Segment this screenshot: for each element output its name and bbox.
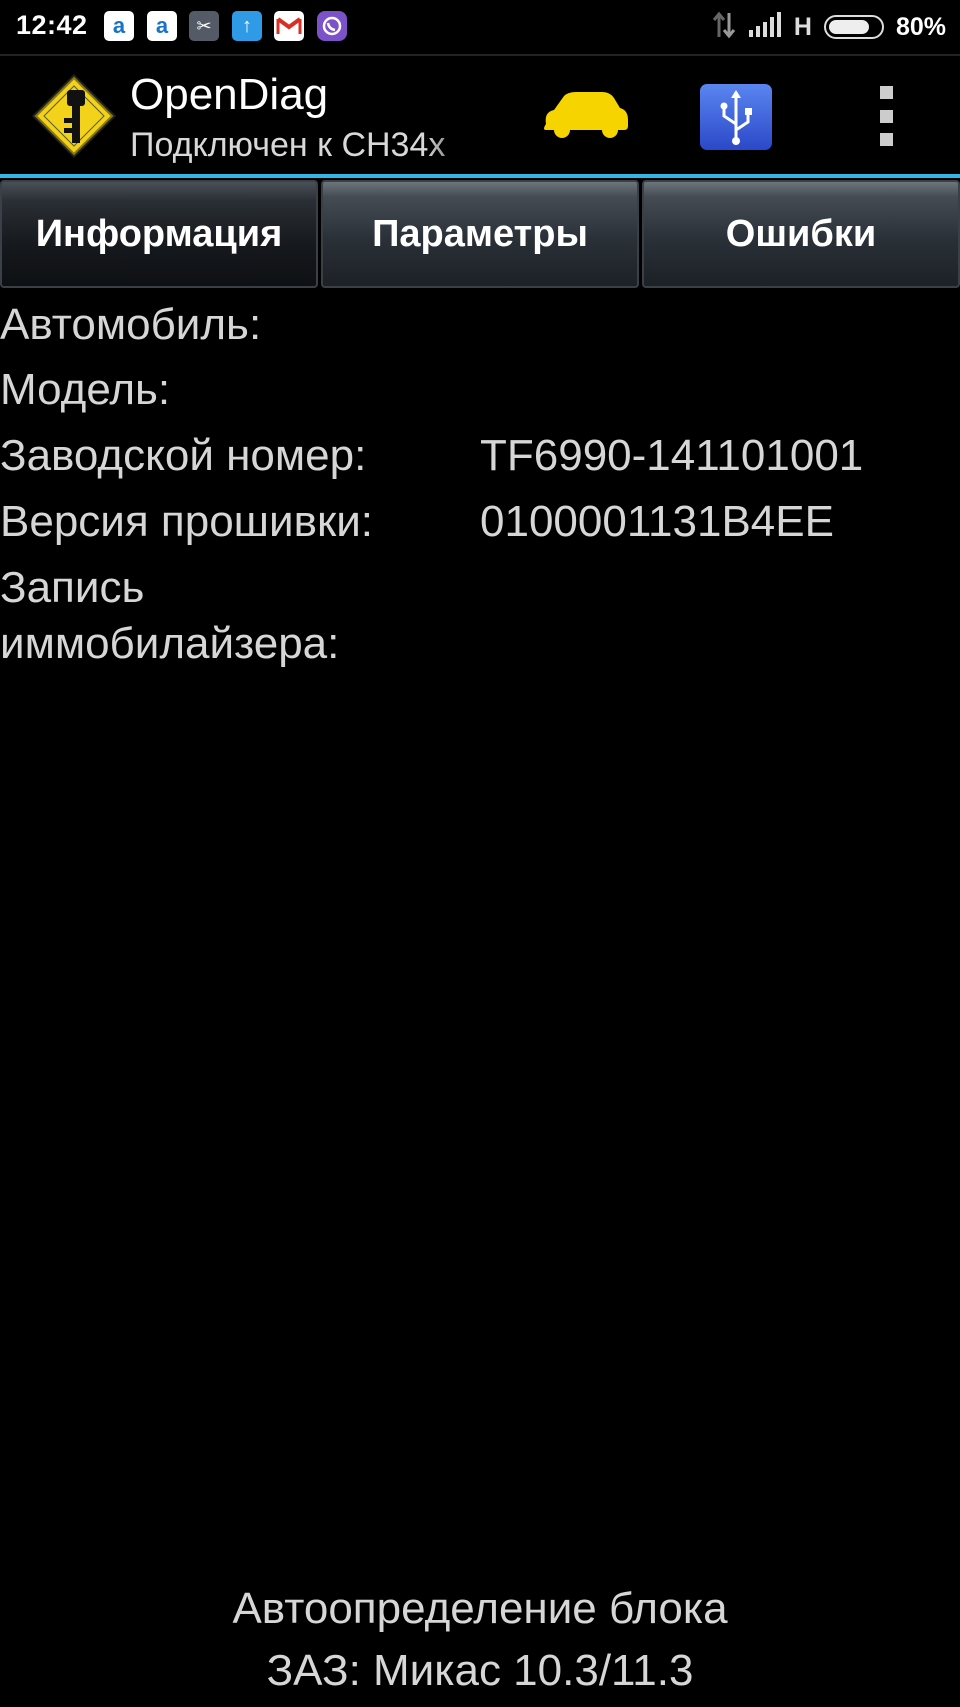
scissors-notification-icon: ✂ bbox=[189, 11, 219, 41]
connection-status: Подключен к CH34x bbox=[130, 126, 446, 164]
status-time: 12:42 bbox=[16, 10, 88, 40]
a-app-notification-icon: a bbox=[104, 11, 134, 41]
viber-notification-icon bbox=[317, 11, 347, 41]
action-bar: OpenDiag Подключен к CH34x bbox=[0, 56, 960, 178]
usb-icon[interactable] bbox=[700, 84, 772, 150]
network-type: H bbox=[793, 12, 812, 41]
gmail-notification-icon bbox=[274, 11, 304, 41]
detected-ecu: ЗАЗ: Микас 10.3/11.3 bbox=[266, 1646, 694, 1695]
ecu-autodetect-status: Автоопределение блока ЗАЗ: Микас 10.3/11… bbox=[0, 1578, 960, 1702]
battery-icon bbox=[823, 15, 884, 39]
app-title: OpenDiag bbox=[130, 70, 329, 119]
signal-strength-icon bbox=[748, 11, 782, 43]
key-warning-sign-icon[interactable] bbox=[30, 72, 118, 160]
upload-notification-icon: ↑ bbox=[232, 11, 262, 41]
info-label: Модель: bbox=[0, 365, 171, 414]
info-label: Версия прошивки: bbox=[0, 497, 373, 546]
status-indicators: H 80% bbox=[712, 10, 946, 44]
status-bar: 12:42 a a ✂ ↑ H 80% bbox=[0, 0, 960, 56]
a-app-notification-icon: a bbox=[147, 11, 177, 41]
info-value: 0100001131B4EE bbox=[480, 497, 834, 546]
info-label: Автомобиль: bbox=[0, 300, 262, 349]
info-value: TF6990-141101001 bbox=[480, 431, 864, 480]
car-icon[interactable] bbox=[540, 84, 632, 144]
info-label: Запись иммобилайзера: bbox=[0, 563, 340, 668]
tab-bar: Информация Параметры Ошибки bbox=[0, 180, 960, 290]
tab-errors[interactable]: Ошибки bbox=[642, 180, 960, 288]
battery-level bbox=[828, 20, 869, 34]
data-transfer-icon bbox=[712, 11, 736, 44]
autodetect-title: Автоопределение блока bbox=[232, 1584, 728, 1633]
info-label: Заводской номер: bbox=[0, 431, 367, 480]
tab-information[interactable]: Информация bbox=[0, 180, 318, 288]
battery-percent: 80% bbox=[895, 12, 946, 41]
more-options-icon[interactable] bbox=[868, 86, 904, 146]
tab-parameters[interactable]: Параметры bbox=[321, 180, 639, 288]
